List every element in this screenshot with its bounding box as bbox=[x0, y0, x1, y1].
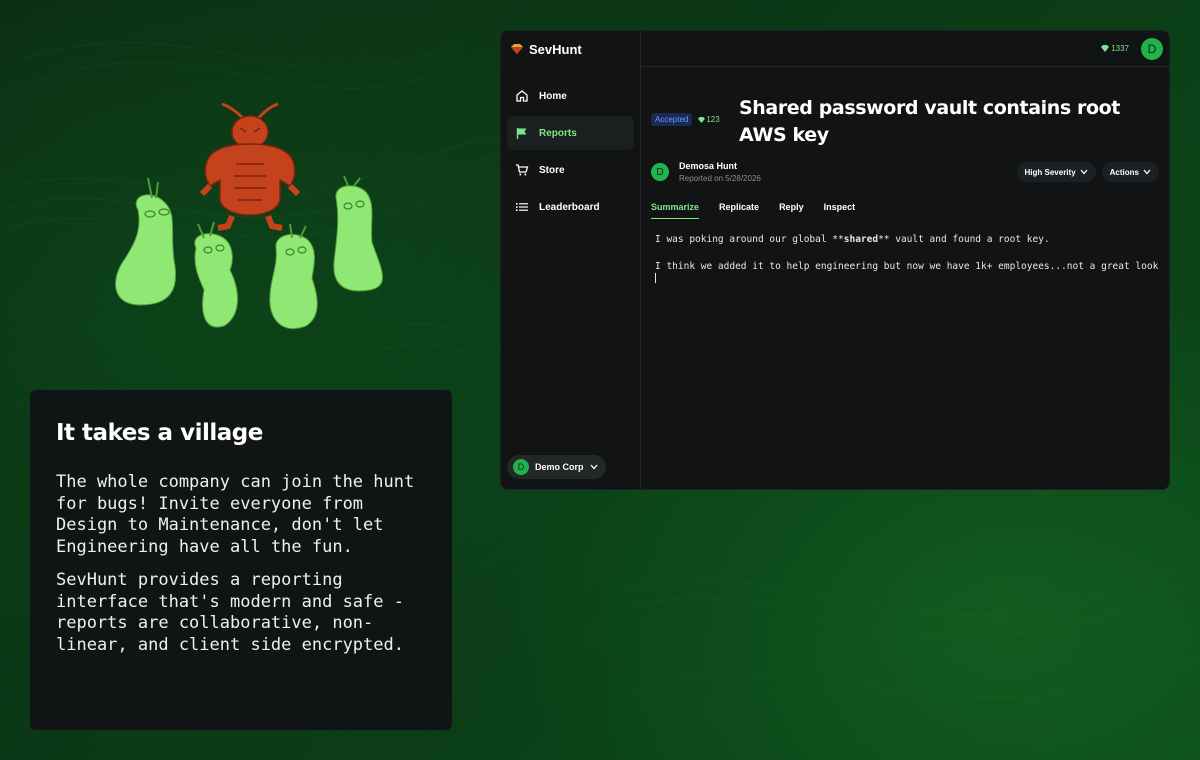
gem-icon bbox=[1101, 45, 1110, 52]
chevron-down-icon bbox=[1080, 169, 1088, 175]
sidebar-item-home[interactable]: Home bbox=[507, 79, 634, 113]
report-body-line-2: I think we added it to help engineering … bbox=[655, 260, 1159, 287]
reporter: D Demosa Hunt Reported on 5/28/2026 bbox=[651, 161, 761, 183]
sidebar-item-store[interactable]: Store bbox=[507, 153, 634, 187]
user-points-value: 1337 bbox=[1111, 44, 1129, 53]
feature-card: It takes a village The whole company can… bbox=[30, 390, 452, 730]
list-icon bbox=[515, 200, 529, 214]
user-points: 1337 bbox=[1101, 44, 1129, 53]
report-body-line-1: I was poking around our global **shared*… bbox=[655, 234, 1050, 245]
topbar: 1337 D bbox=[641, 31, 1169, 67]
actions-dropdown[interactable]: Actions bbox=[1101, 162, 1159, 182]
gem-logo-icon bbox=[511, 44, 523, 54]
report-points: 123 bbox=[698, 115, 720, 124]
report-actions: High Severity Actions bbox=[1016, 162, 1159, 182]
sidebar: SevHunt Home Reports Store Leaderboard D… bbox=[501, 31, 641, 489]
actions-label: Actions bbox=[1109, 167, 1139, 177]
gem-icon bbox=[698, 116, 706, 123]
tab-reply[interactable]: Reply bbox=[779, 195, 804, 219]
village-illustration bbox=[115, 102, 384, 330]
sidebar-item-label: Leaderboard bbox=[539, 201, 600, 213]
sidebar-item-reports[interactable]: Reports bbox=[507, 116, 634, 150]
user-avatar[interactable]: D bbox=[1141, 37, 1163, 60]
sidebar-item-label: Reports bbox=[539, 127, 577, 139]
report-body-editor[interactable]: I was poking around our global **shared*… bbox=[651, 233, 1159, 287]
report-header: Accepted 123 Shared password vault conta… bbox=[651, 95, 1159, 149]
chevron-down-icon bbox=[1143, 169, 1151, 175]
flag-icon bbox=[515, 126, 529, 140]
reporter-avatar: D bbox=[651, 163, 669, 181]
sidebar-item-label: Store bbox=[539, 164, 565, 176]
feature-title: It takes a village bbox=[56, 420, 263, 446]
org-name: Demo Corp bbox=[535, 462, 584, 472]
sidebar-item-label: Home bbox=[539, 90, 567, 102]
report-tabs: Summarize Replicate Reply Inspect bbox=[651, 195, 1159, 219]
sidebar-nav: Home Reports Store Leaderboard bbox=[501, 79, 640, 224]
app-window: SevHunt Home Reports Store Leaderboard D… bbox=[500, 30, 1170, 490]
severity-dropdown[interactable]: High Severity bbox=[1016, 162, 1096, 182]
sidebar-item-leaderboard[interactable]: Leaderboard bbox=[507, 190, 634, 224]
tab-inspect[interactable]: Inspect bbox=[824, 195, 856, 219]
report-badges: Accepted 123 bbox=[651, 113, 739, 126]
bug-character bbox=[199, 102, 301, 231]
tab-replicate[interactable]: Replicate bbox=[719, 195, 759, 219]
text-cursor bbox=[655, 273, 656, 283]
feature-paragraph-1: The whole company can join the hunt for … bbox=[56, 472, 415, 557]
reported-date: Reported on 5/28/2026 bbox=[679, 174, 761, 183]
home-icon bbox=[515, 89, 529, 103]
org-avatar: D bbox=[513, 459, 529, 475]
report-view: Accepted 123 Shared password vault conta… bbox=[641, 67, 1169, 489]
org-switcher[interactable]: D Demo Corp bbox=[507, 455, 606, 479]
report-points-value: 123 bbox=[706, 115, 720, 124]
brand-name: SevHunt bbox=[529, 41, 582, 57]
report-meta: D Demosa Hunt Reported on 5/28/2026 High… bbox=[651, 161, 1159, 183]
tab-summarize[interactable]: Summarize bbox=[651, 195, 700, 219]
chevron-down-icon bbox=[590, 464, 598, 470]
brand[interactable]: SevHunt bbox=[501, 31, 640, 67]
status-badge: Accepted bbox=[651, 113, 693, 126]
feature-paragraph-2: SevHunt provides a reporting interface t… bbox=[56, 570, 404, 655]
severity-label: High Severity bbox=[1024, 167, 1076, 177]
report-title: Shared password vault contains root AWS … bbox=[739, 97, 1120, 146]
cart-icon bbox=[515, 163, 529, 177]
reporter-name: Demosa Hunt bbox=[679, 161, 738, 171]
